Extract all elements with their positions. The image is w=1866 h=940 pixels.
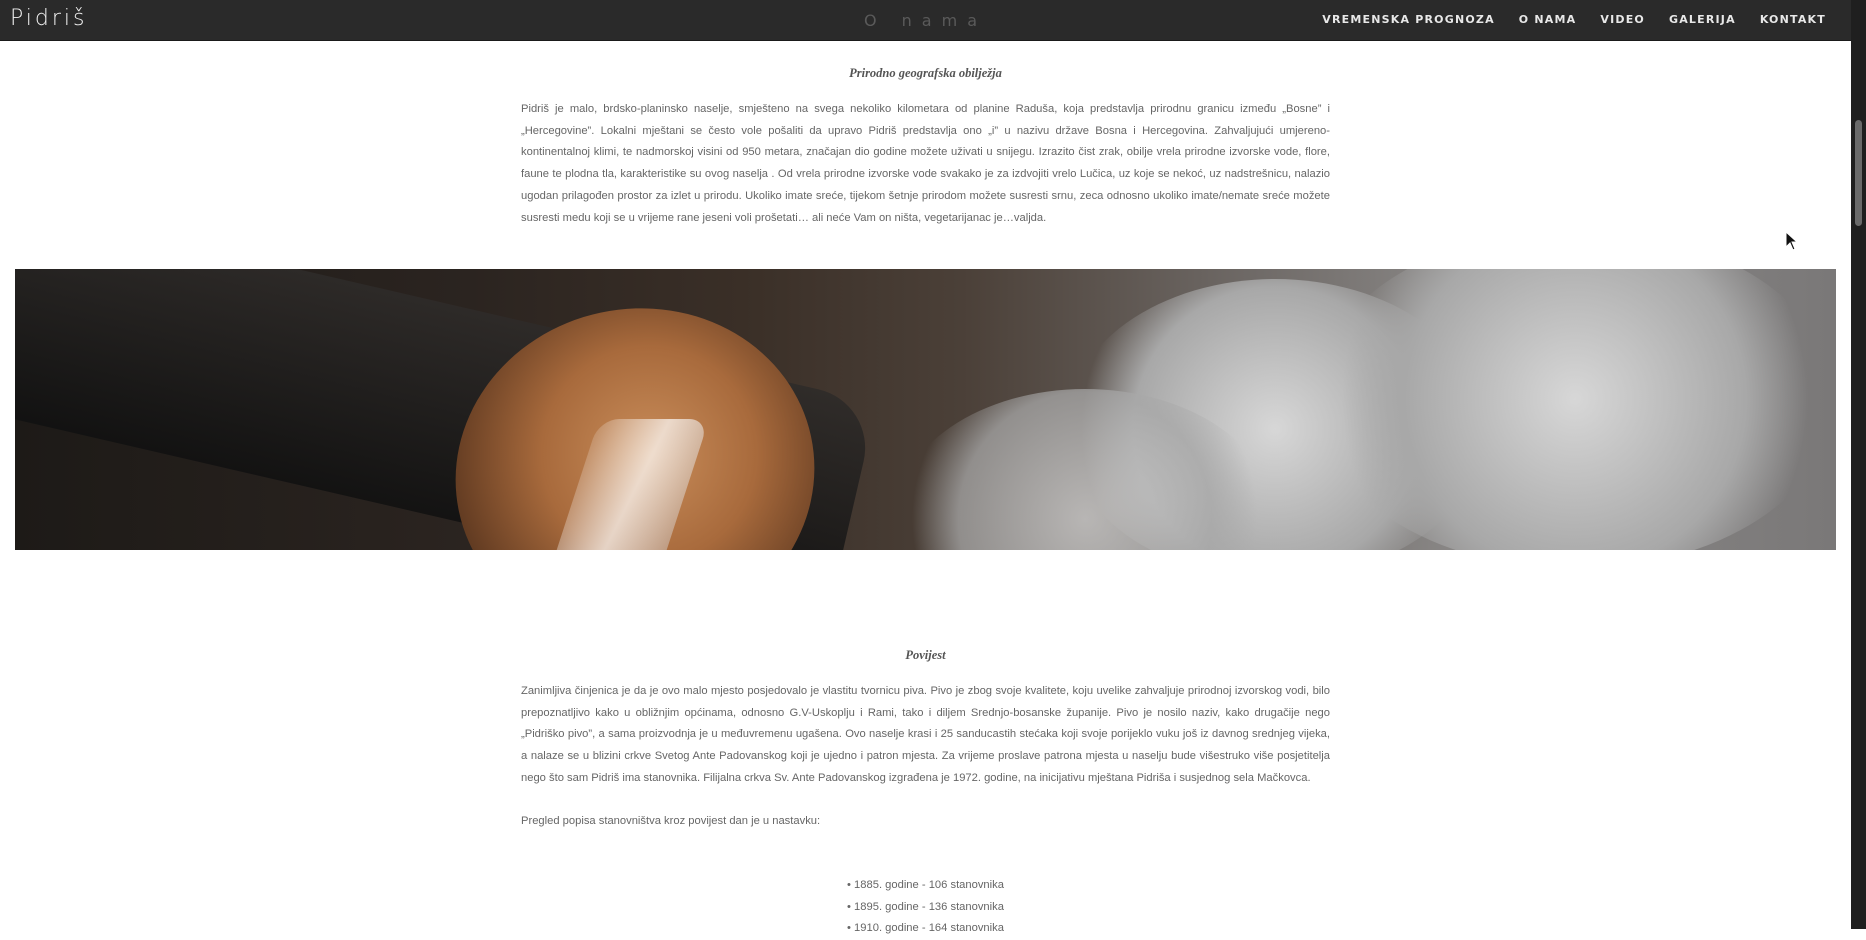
- scrollbar-thumb[interactable]: [1855, 120, 1862, 226]
- section-heading-geografija: Prirodno geografska obilježja: [849, 66, 1002, 80]
- nav-o-nama[interactable]: O NAMA: [1519, 13, 1577, 26]
- nav-kontakt[interactable]: KONTAKT: [1760, 13, 1826, 26]
- hero-image-spring-water: [15, 269, 1836, 550]
- census-intro: Pregled popisa stanovništva kroz povijes…: [521, 814, 821, 827]
- mouse-pointer-icon: [1785, 231, 1799, 251]
- section-povijest: Povijest Zanimljiva činjenica je da je o…: [521, 648, 1330, 832]
- census-item: • 1895. godine - 136 stanovnika: [847, 900, 1004, 913]
- section-text-geografija: Pidriš je malo, brdsko-planinsko naselje…: [521, 103, 1330, 224]
- nav-vremenska-prognoza[interactable]: VREMENSKA PROGNOZA: [1322, 13, 1495, 26]
- page-scrollbar[interactable]: [1851, 0, 1866, 929]
- section-text-povijest: Zanimljiva činjenica je da je ovo malo m…: [521, 685, 1330, 784]
- main-nav: VREMENSKA PROGNOZA O NAMA VIDEO GALERIJA…: [1322, 13, 1826, 26]
- nav-video[interactable]: VIDEO: [1600, 13, 1645, 26]
- census-item: • 1885. godine - 106 stanovnika: [847, 879, 1004, 891]
- nav-galerija[interactable]: GALERIJA: [1669, 13, 1736, 26]
- census-list: • 1885. godine - 106 stanovnika • 1895. …: [0, 875, 1851, 940]
- section-heading-povijest: Povijest: [905, 648, 946, 662]
- top-navbar: Pidriš O nama VREMENSKA PROGNOZA O NAMA …: [0, 0, 1851, 41]
- section-geografija: Prirodno geografska obilježja Pidriš je …: [521, 66, 1330, 229]
